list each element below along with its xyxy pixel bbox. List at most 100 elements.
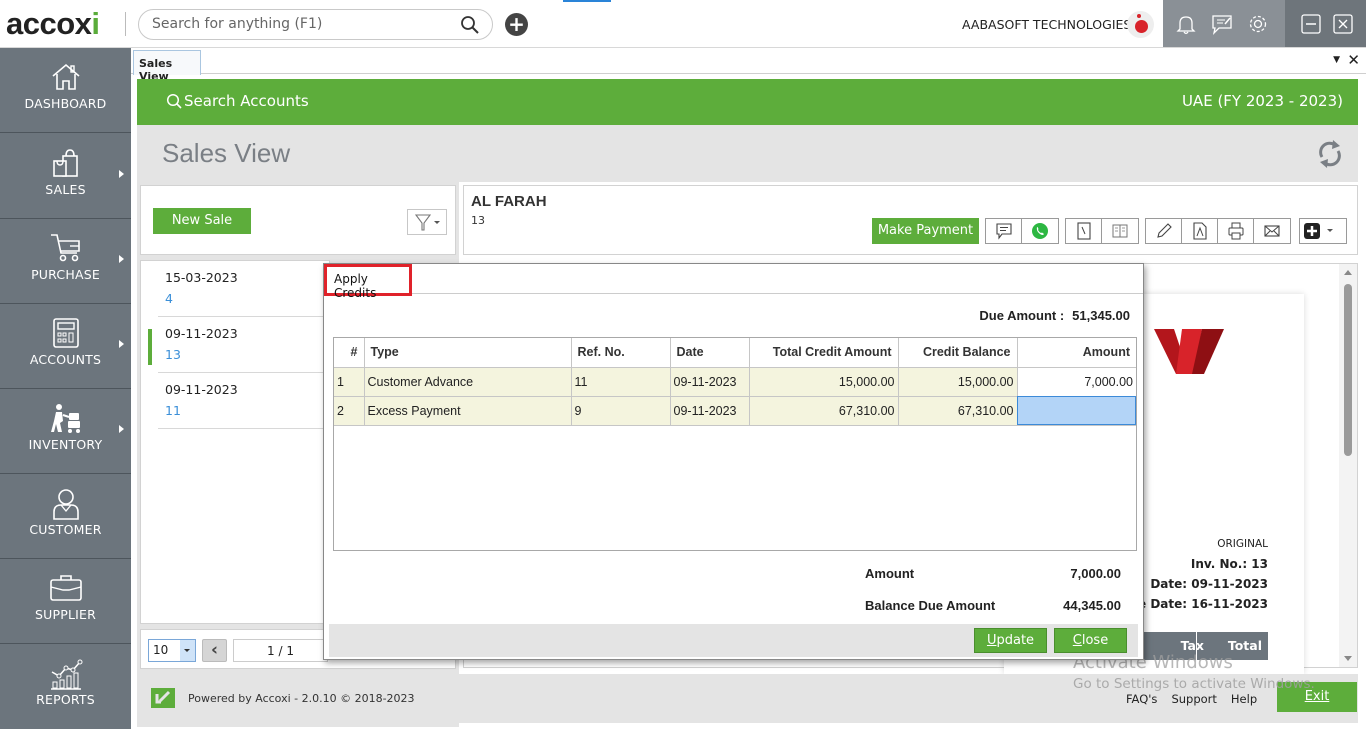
sale-number[interactable]: 4: [165, 291, 173, 306]
sale-number[interactable]: 13: [165, 347, 181, 362]
filter-button[interactable]: [407, 209, 447, 235]
ledger-button[interactable]: [1102, 219, 1138, 243]
amount-input-cell[interactable]: 7,000.00: [1017, 367, 1136, 397]
app-logo[interactable]: accoxi: [6, 6, 100, 42]
refresh-icon[interactable]: [1317, 139, 1343, 169]
settings-gear-icon[interactable]: [1247, 13, 1269, 35]
share-tool-group: [985, 218, 1059, 244]
sidebar-label: SUPPLIER: [35, 607, 96, 622]
sidebar-item-dashboard[interactable]: DASHBOARD: [0, 48, 131, 133]
applied-amount-value: 7,000.00: [1070, 566, 1121, 581]
edit-button[interactable]: [1146, 219, 1182, 243]
cell-type: Customer Advance: [364, 367, 572, 397]
tab-list-dropdown-icon[interactable]: ▼: [1333, 55, 1340, 65]
minimize-icon[interactable]: [1300, 13, 1322, 35]
sidebar-item-sales[interactable]: SALES: [0, 134, 131, 219]
apply-credits-dialog: Apply Credits Due Amount : 51,345.00 # Ty…: [323, 263, 1144, 660]
fiscal-year-label[interactable]: UAE (FY 2023 - 2023): [1182, 92, 1343, 110]
help-link[interactable]: Help: [1231, 692, 1257, 706]
user-avatar[interactable]: [1127, 11, 1154, 38]
support-link[interactable]: Support: [1171, 692, 1216, 706]
sidebar-item-accounts[interactable]: ACCOUNTS: [0, 304, 131, 389]
global-search-input[interactable]: [152, 16, 452, 32]
search-icon: [166, 93, 182, 109]
chevron-down-icon[interactable]: [180, 640, 195, 661]
sidebar-label: PURCHASE: [31, 267, 100, 282]
cell-total-credit: 67,310.00: [749, 396, 899, 426]
sidebar-item-inventory[interactable]: INVENTORY: [0, 389, 131, 474]
scroll-down-icon[interactable]: [1344, 656, 1352, 661]
close-tab-icon[interactable]: ✕: [1347, 51, 1360, 69]
sale-date: 09-11-2023: [165, 382, 238, 397]
page-title-band: Sales View: [137, 125, 1358, 182]
list-item-selected[interactable]: 09-11-2023 13: [148, 317, 333, 373]
top-bar: accoxi + AABASOFT TECHNOLOGIES▶: [0, 0, 1366, 48]
sms-button[interactable]: [986, 219, 1022, 243]
company-logo-mark: [1154, 329, 1224, 374]
chat-icon: [995, 223, 1012, 240]
history-button[interactable]: [1066, 219, 1102, 243]
filter-icon: [414, 214, 440, 231]
close-button[interactable]: Close: [1054, 628, 1127, 653]
sales-list: 15-03-2023 4 09-11-2023 13 09-11-2023 11: [140, 260, 333, 624]
sidebar-item-reports[interactable]: REPORTS: [0, 644, 131, 729]
dialog-title: Apply Credits: [324, 264, 412, 300]
cell-number: 2: [334, 396, 365, 426]
column-header-amount: Amount: [1017, 338, 1136, 368]
search-accounts-label: Search Accounts: [184, 92, 309, 110]
more-actions-dropdown[interactable]: [1299, 218, 1347, 244]
company-selector[interactable]: AABASOFT TECHNOLOGIES▶: [962, 17, 1142, 32]
whatsapp-button[interactable]: [1022, 219, 1058, 243]
page-size-value: 10: [153, 643, 169, 657]
sidebar-item-purchase[interactable]: PURCHASE: [0, 219, 131, 304]
powered-by-text: Powered by Accoxi - 2.0.10 © 2018-2023: [188, 692, 415, 705]
quick-add-button[interactable]: +: [505, 13, 528, 36]
pdf-button[interactable]: [1182, 219, 1218, 243]
make-payment-button[interactable]: Make Payment: [872, 218, 979, 244]
bell-icon[interactable]: [1175, 13, 1197, 35]
email-button[interactable]: [1254, 219, 1290, 243]
balance-due-row: Balance Due Amount 44,345.00: [865, 598, 1121, 613]
submenu-arrow-icon: [119, 170, 124, 178]
column-header-credit-balance: Credit Balance: [898, 338, 1018, 368]
page-indicator: 1 / 1: [233, 639, 328, 662]
sidebar-label: REPORTS: [36, 692, 95, 707]
cell-date: 09-11-2023: [670, 367, 750, 397]
sidebar-item-customer[interactable]: CUSTOMER: [0, 474, 131, 559]
submenu-arrow-icon: [119, 255, 124, 263]
amount-input-cell-active[interactable]: [1017, 396, 1136, 426]
cell-credit-balance: 67,310.00: [898, 396, 1018, 426]
tab-strip: Sales View ▼ ✕: [131, 48, 1366, 83]
search-icon[interactable]: [460, 15, 480, 35]
home-icon: [51, 63, 80, 90]
update-button[interactable]: Update: [974, 628, 1047, 653]
tab-sales-view[interactable]: Sales View: [133, 50, 201, 83]
whatsapp-icon: [1032, 223, 1048, 239]
close-window-icon[interactable]: [1332, 13, 1354, 35]
list-item[interactable]: 09-11-2023 11: [158, 373, 333, 429]
account-header-bar: Search Accounts UAE (FY 2023 - 2023): [137, 79, 1358, 125]
search-accounts-button[interactable]: Search Accounts: [166, 92, 309, 110]
view-tool-group: [1065, 218, 1139, 244]
previous-page-button[interactable]: ‹: [202, 639, 227, 662]
invoice-date-label: Date: 09-11-2023: [1150, 577, 1268, 591]
global-search[interactable]: [138, 9, 493, 40]
window-controls: [1285, 0, 1366, 47]
print-button[interactable]: [1218, 219, 1254, 243]
balance-due-label: Balance Due Amount: [865, 598, 996, 613]
briefcase-icon: [49, 575, 82, 601]
sale-number[interactable]: 11: [165, 403, 181, 418]
cart-icon: [50, 234, 80, 262]
table-row[interactable]: 2 Excess Payment 9 09-11-2023 67,310.00 …: [334, 396, 1136, 426]
message-icon[interactable]: [1211, 13, 1233, 35]
new-sale-button[interactable]: New Sale: [153, 208, 251, 234]
scroll-up-icon[interactable]: [1344, 270, 1352, 275]
preview-scrollbar[interactable]: [1339, 264, 1357, 667]
scrollbar-thumb[interactable]: [1344, 284, 1352, 456]
pdf-icon: [1192, 222, 1207, 240]
table-row[interactable]: 1 Customer Advance 11 09-11-2023 15,000.…: [334, 367, 1136, 397]
page-size-select[interactable]: 10: [148, 639, 196, 662]
faq-link[interactable]: FAQ's: [1126, 692, 1157, 706]
sidebar-item-supplier[interactable]: SUPPLIER: [0, 559, 131, 644]
list-item[interactable]: 15-03-2023 4: [158, 261, 333, 317]
